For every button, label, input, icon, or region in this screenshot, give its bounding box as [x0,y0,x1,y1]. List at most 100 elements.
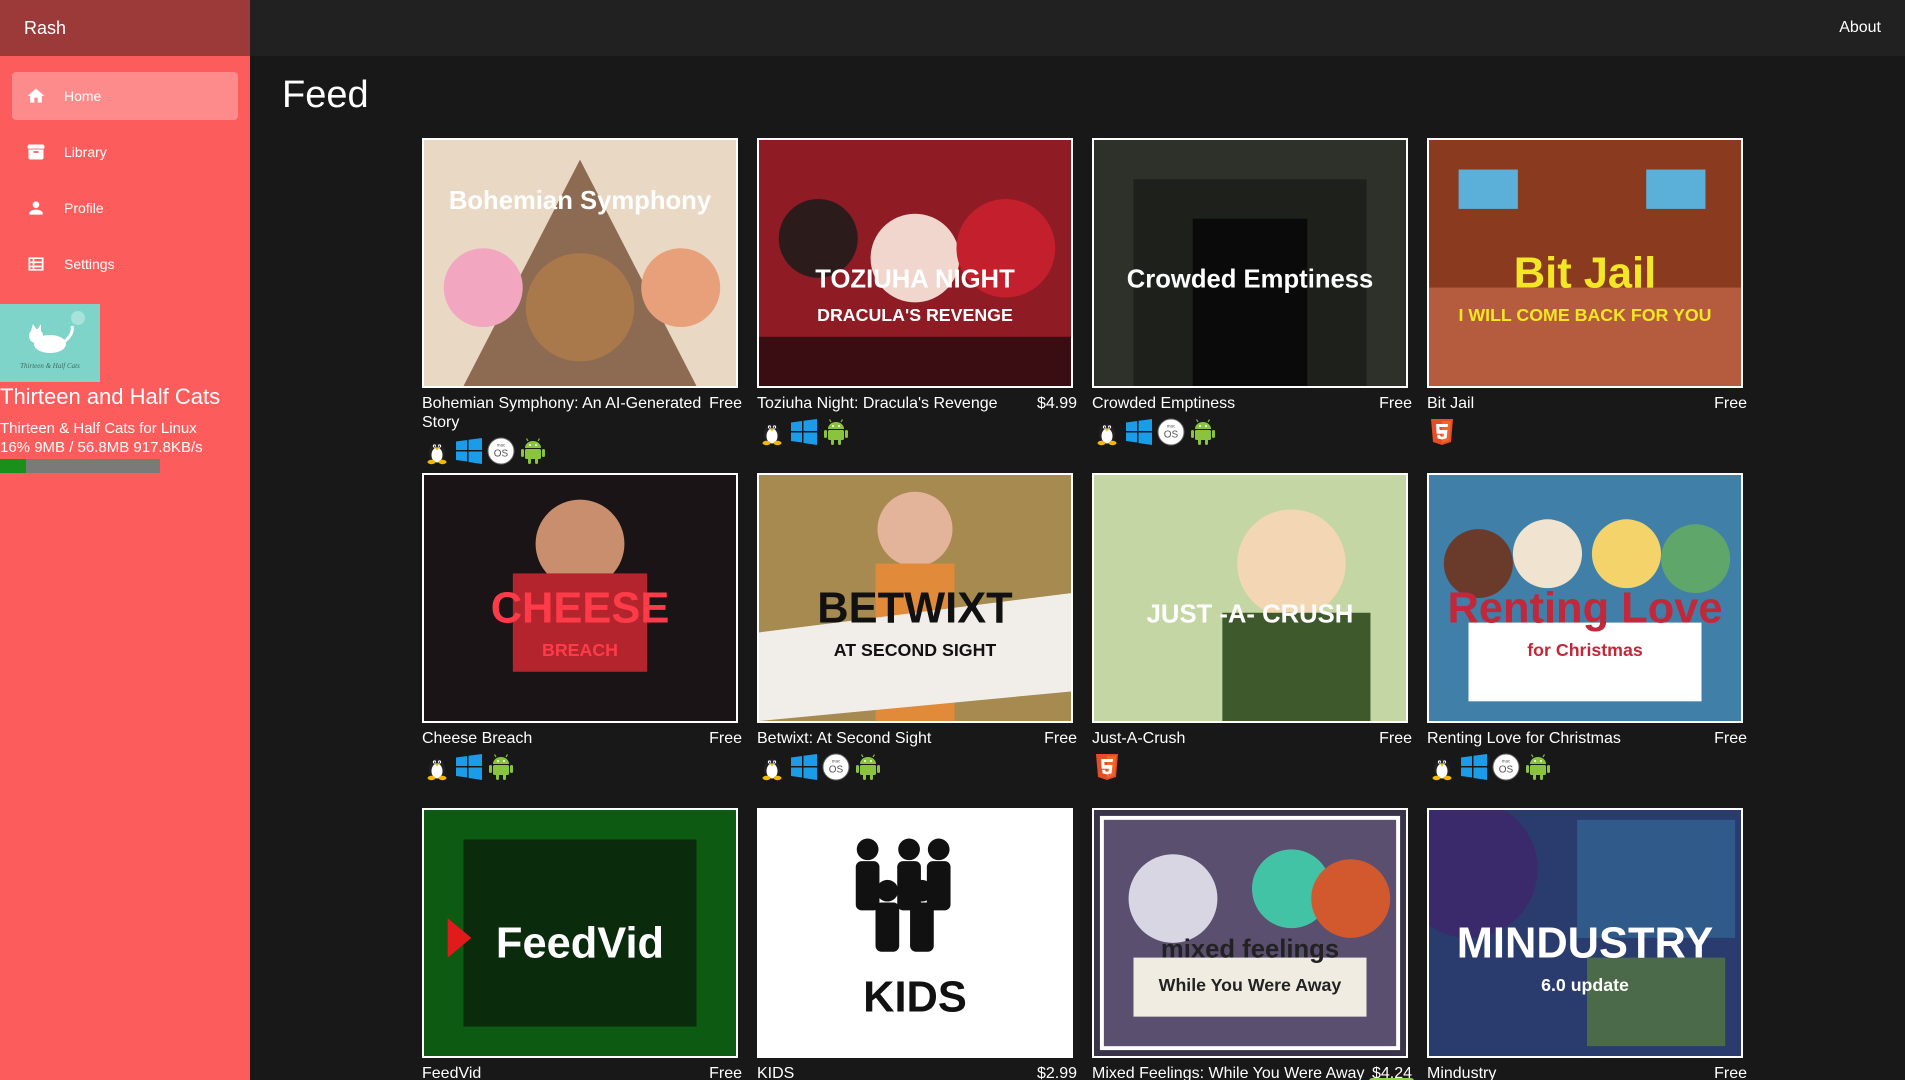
game-card[interactable]: JUST -A- CRUSH Just-A-Crush Free [1092,473,1412,782]
game-cover-image[interactable]: TOZIUHA NIGHT DRACULA'S REVENGE [757,138,1073,388]
game-card[interactable]: Bohemian Symphony Bohemian Symphony: An A… [422,138,742,466]
game-meta: Toziuha Night: Dracula's Revenge $4.99 [757,394,1077,413]
game-cover-image[interactable]: Renting Love for Christmas [1427,473,1743,723]
game-title[interactable]: FeedVid [422,1064,481,1080]
platform-list [1427,417,1747,447]
linux-icon [1092,417,1122,447]
svg-text:OS: OS [494,449,509,460]
game-card[interactable]: Bit Jail I WILL COME BACK FOR YOU Bit Jail… [1427,138,1747,447]
windows-icon [454,752,484,782]
profile-icon [26,198,46,218]
svg-text:MINDUSTRY: MINDUSTRY [1457,920,1714,968]
nav-item-home[interactable]: Home [12,72,238,120]
game-card[interactable]: BETWIXT AT SECOND SIGHT Betwixt: At Second… [757,473,1077,782]
linux-icon [757,752,787,782]
game-title[interactable]: Betwixt: At Second Sight [757,729,931,748]
game-card[interactable]: Crowded Emptiness Crowded Emptiness Free ma… [1092,138,1412,447]
android-icon [486,752,516,782]
game-price: Free [1044,730,1077,747]
library-icon [26,142,46,162]
svg-text:Renting Love: Renting Love [1447,585,1722,633]
game-cover-image[interactable]: mixed feelings While You Were Away [1092,808,1408,1058]
game-meta: Mixed Feelings: While You Were Away $4.24… [1092,1064,1414,1080]
svg-text:for Christmas: for Christmas [1527,640,1643,660]
game-title[interactable]: Bit Jail [1427,394,1474,413]
game-cover-image[interactable]: Bohemian Symphony [422,138,738,388]
svg-text:While You Were Away: While You Were Away [1159,975,1342,995]
nav-item-label: Profile [64,200,104,216]
game-price: Free [709,1065,742,1080]
game-price: $2.99 [1036,1065,1077,1080]
game-card[interactable]: mixed feelings While You Were Away Mixed F… [1092,808,1414,1080]
game-price: Free [1379,395,1412,412]
game-title[interactable]: KIDS [757,1064,794,1080]
download-progress-fill [0,459,26,473]
game-cover-image[interactable]: Crowded Emptiness [1092,138,1408,388]
game-title[interactable]: Cheese Breach [422,729,532,748]
windows-icon [454,436,484,466]
svg-text:CHEESE: CHEESE [491,585,670,633]
linux-icon [757,417,787,447]
linux-icon [422,752,452,782]
svg-text:Bit Jail: Bit Jail [1514,250,1656,298]
game-title[interactable]: Crowded Emptiness [1092,394,1235,413]
svg-text:mac: mac [1167,424,1176,429]
top-bar: About [250,0,1905,56]
macos-icon: mac OS [1156,417,1186,447]
android-icon [518,436,548,466]
game-title[interactable]: Toziuha Night: Dracula's Revenge [757,394,998,413]
linux-icon [422,436,452,466]
game-meta: Bohemian Symphony: An AI-Generated Story… [422,394,742,432]
nav-item-settings[interactable]: Settings [12,240,238,288]
windows-icon [789,417,819,447]
app-brand[interactable]: Rash [0,0,250,56]
download-thumbnail[interactable]: Thirteen & Half Cats [0,304,100,382]
linux-icon [1427,752,1457,782]
game-price: Free [709,730,742,747]
svg-text:mac: mac [1502,759,1511,764]
svg-text:BETWIXT: BETWIXT [817,585,1013,633]
platform-list: mac OS [1427,752,1747,782]
game-title[interactable]: Just-A-Crush [1092,729,1185,748]
game-title[interactable]: Renting Love for Christmas [1427,729,1621,748]
svg-text:mac: mac [497,443,506,448]
game-cover-image[interactable]: JUST -A- CRUSH [1092,473,1408,723]
macos-icon: mac OS [821,752,851,782]
game-meta: Renting Love for Christmas Free [1427,729,1747,748]
game-cover-image[interactable]: CHEESE BREACH [422,473,738,723]
settings-icon [26,254,46,274]
game-card[interactable]: FeedVid FeedVid Free [422,808,742,1080]
download-subtitle: Thirteen & Half Cats for Linux [0,420,197,437]
svg-text:Crowded Emptiness: Crowded Emptiness [1127,266,1374,294]
game-cover-image[interactable]: KIDS [757,808,1073,1058]
game-title[interactable]: Bohemian Symphony: An AI-Generated Story [422,394,703,432]
game-card[interactable]: Renting Love for Christmas Renting Love fo… [1427,473,1747,782]
nav-item-label: Library [64,144,107,160]
svg-text:6.0 update: 6.0 update [1541,975,1629,995]
game-card[interactable]: MINDUSTRY6.0 updateMindustryFreemacOS [1427,808,1747,1080]
game-cover-image[interactable]: BETWIXT AT SECOND SIGHT [757,473,1073,723]
svg-text:JUST -A- CRUSH: JUST -A- CRUSH [1147,601,1354,629]
svg-text:OS: OS [1164,430,1179,441]
game-cover-image[interactable]: Bit Jail I WILL COME BACK FOR YOU [1427,138,1743,388]
download-title[interactable]: Thirteen and Half Cats [0,384,220,410]
game-meta: Just-A-Crush Free [1092,729,1412,748]
game-card[interactable]: KIDSKIDS$2.99macOS [757,808,1077,1080]
windows-icon [789,752,819,782]
android-icon [1523,752,1553,782]
game-cover-image[interactable]: FeedVid [422,808,738,1058]
game-title[interactable]: Mindustry [1427,1064,1496,1080]
game-card[interactable]: TOZIUHA NIGHT DRACULA'S REVENGE Toziuha Ni… [757,138,1077,447]
nav-item-label: Home [64,88,102,104]
macos-icon: mac OS [486,436,516,466]
nav-item-profile[interactable]: Profile [12,184,238,232]
game-card[interactable]: CHEESE BREACH Cheese Breach Free [422,473,742,782]
about-link[interactable]: About [1839,0,1881,56]
svg-text:OS: OS [829,765,844,776]
android-icon [1188,417,1218,447]
svg-text:OS: OS [1499,765,1514,776]
platform-list [422,752,742,782]
game-cover-image[interactable]: MINDUSTRY 6.0 update [1427,808,1743,1058]
nav-item-library[interactable]: Library [12,128,238,176]
game-title[interactable]: Mixed Feelings: While You Were Away [1092,1064,1364,1080]
